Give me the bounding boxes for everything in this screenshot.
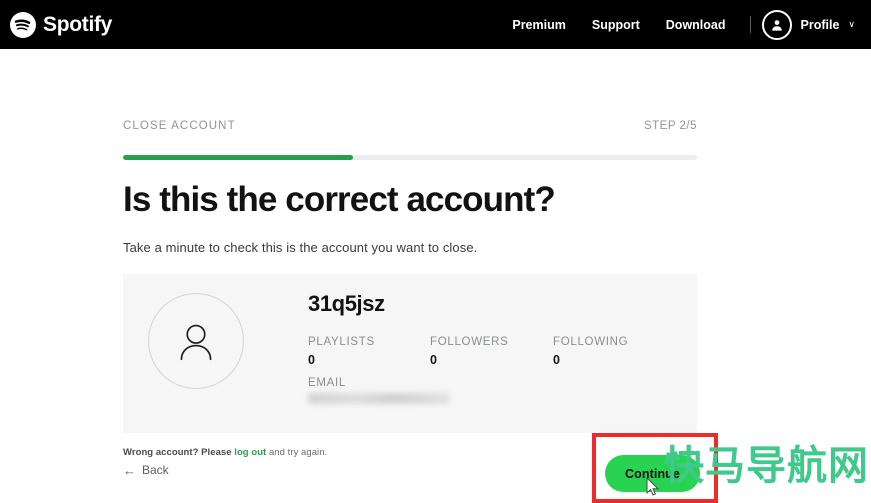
stat-following-value: 0 — [553, 352, 560, 367]
header-nav-links: Premium Support Download Profile ∨ — [499, 0, 859, 49]
account-username: 31q5jsz — [308, 290, 385, 316]
back-button-label: Back — [142, 463, 169, 477]
user-avatar-icon — [761, 9, 792, 40]
profile-label: Profile — [800, 17, 840, 32]
wrong-account-suffix: and try again. — [266, 446, 328, 458]
spotify-brand-logo[interactable]: Spotify — [10, 11, 113, 38]
nav-link-support[interactable]: Support — [579, 18, 653, 32]
continue-button[interactable]: Continue — [605, 455, 700, 492]
stat-following-label: FOLLOWING — [553, 335, 629, 348]
page-title: Is this the correct account? — [123, 180, 556, 219]
profile-menu-button[interactable]: Profile ∨ — [761, 9, 860, 40]
nav-link-premium[interactable]: Premium — [499, 18, 579, 32]
page-subtitle: Take a minute to check this is the accou… — [123, 239, 478, 255]
log-out-link[interactable]: log out — [234, 447, 266, 458]
close-account-page: CLOSE ACCOUNT STEP 2/5 Is this the corre… — [123, 49, 697, 458]
top-navigation-bar: Spotify Premium Support Download Profile… — [0, 0, 871, 49]
stat-playlists-value: 0 — [308, 352, 315, 367]
account-email: EMAIL — [308, 377, 450, 404]
email-value-redacted — [308, 392, 450, 404]
chevron-down-icon: ∨ — [848, 19, 855, 29]
stat-followers-label: FOLLOWERS — [430, 335, 509, 348]
spotify-logo-icon — [10, 11, 36, 38]
progress-bar-fill — [123, 155, 353, 160]
nav-divider — [749, 16, 751, 33]
brand-name-label: Spotify — [43, 12, 113, 36]
wrong-account-notice: Wrong account? Please log out and try ag… — [123, 447, 697, 458]
step-counter: STEP 2/5 — [643, 120, 697, 132]
stat-following: FOLLOWING 0 — [553, 336, 628, 367]
person-outline-icon — [148, 292, 244, 389]
stat-playlists-label: PLAYLISTS — [308, 335, 375, 348]
email-label: EMAIL — [308, 376, 347, 389]
arrow-left-icon: ← — [123, 462, 136, 478]
nav-link-download[interactable]: Download — [653, 18, 739, 32]
progress-bar-track — [123, 155, 697, 160]
step-header-row: CLOSE ACCOUNT STEP 2/5 — [123, 120, 697, 142]
account-summary-card: 31q5jsz PLAYLISTS 0 FOLLOWERS 0 FOLLOWIN… — [123, 273, 697, 433]
flow-title: CLOSE ACCOUNT — [123, 120, 236, 132]
account-stats: PLAYLISTS 0 FOLLOWERS 0 FOLLOWING 0 EMAI… — [308, 336, 689, 404]
stat-playlists: PLAYLISTS 0 — [308, 336, 375, 367]
wrong-account-prefix: Wrong account? Please — [123, 446, 235, 458]
stat-followers-value: 0 — [430, 352, 437, 367]
stat-followers: FOLLOWERS 0 — [430, 336, 509, 367]
account-details: 31q5jsz PLAYLISTS 0 FOLLOWERS 0 FOLLOWIN… — [308, 290, 689, 404]
back-button[interactable]: ← Back — [123, 463, 169, 477]
